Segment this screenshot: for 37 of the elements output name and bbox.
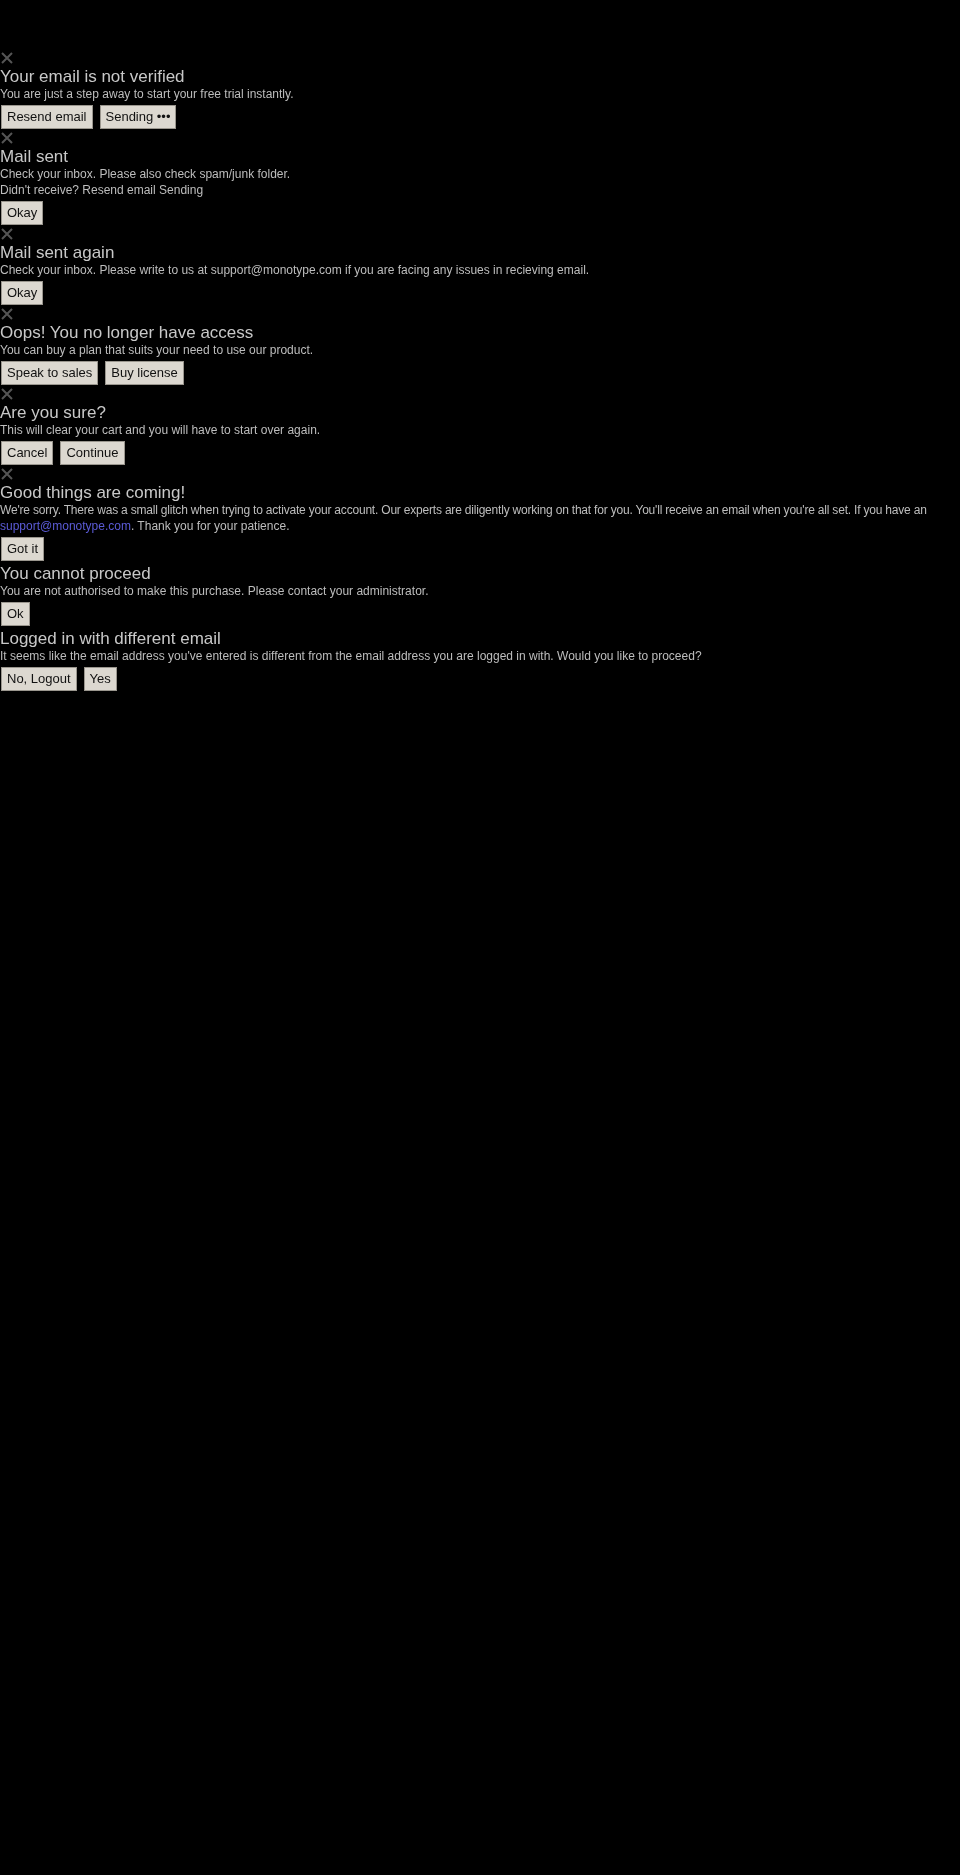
dialog-title: Logged in with different email bbox=[0, 629, 222, 648]
dialog-message: We're sorry. There was a small glitch when trying to activate your account. Our experts are diligently working on that for you. You'll receive an email when you're all set. If you have an bbox=[0, 502, 928, 518]
dialog-button[interactable]: Cancel bbox=[1, 441, 54, 465]
dialog-button[interactable]: Okay bbox=[1, 201, 44, 225]
dialog-title: Are you sure? bbox=[0, 403, 107, 422]
dialog-title: You cannot proceed bbox=[0, 564, 152, 583]
dialog-button[interactable]: Resend email bbox=[1, 105, 93, 129]
dialog-message: You can buy a plan that suits your need to use our product. bbox=[0, 342, 315, 358]
dialog-message: Check your inbox. Please also check spam/junk folder. bbox=[0, 166, 292, 182]
close-icon[interactable] bbox=[1, 308, 13, 320]
dialog-title: Your email is not verified bbox=[0, 67, 186, 86]
dialog-button[interactable]: Yes bbox=[83, 667, 117, 691]
close-icon[interactable] bbox=[1, 468, 13, 480]
dialog-message: It seems like the email address you've entered is different from the email address you are logged in with. Would you like to proceed? bbox=[0, 648, 703, 664]
dialog-note: Didn't receive? Resend email Sending bbox=[0, 182, 205, 198]
dialog-button[interactable]: Okay bbox=[1, 281, 44, 305]
dialog-button[interactable]: Got it bbox=[1, 537, 45, 561]
close-icon[interactable] bbox=[1, 52, 13, 64]
dialog-title: Mail sent bbox=[0, 147, 70, 166]
dialog-message: Check your inbox. Please write to us at support@monotype.com if you are facing any issues in recieving email. bbox=[0, 262, 591, 278]
close-icon[interactable] bbox=[1, 228, 13, 240]
dialog-message: This will clear your cart and you will have to start over again. bbox=[0, 422, 322, 438]
close-icon[interactable] bbox=[1, 388, 13, 400]
dialog-title: Mail sent again bbox=[0, 243, 116, 262]
dialog-message: . Thank you for your patience. bbox=[130, 518, 290, 534]
dialog-button[interactable]: No, Logout bbox=[1, 667, 77, 691]
dialog-button[interactable]: Ok bbox=[1, 602, 30, 626]
close-icon[interactable] bbox=[1, 132, 13, 144]
dialog-title: Good things are coming! bbox=[0, 483, 187, 502]
dialog-button[interactable]: Speak to sales bbox=[1, 361, 99, 385]
dialog-button[interactable]: Continue bbox=[60, 441, 125, 465]
dialog-message: You are just a step away to start your free trial instantly. bbox=[0, 86, 295, 102]
email-link[interactable]: support@monotype.com bbox=[0, 518, 131, 534]
dialog-message: You are not authorised to make this purchase. Please contact your administrator. bbox=[0, 583, 430, 599]
dialog-button[interactable]: Buy license bbox=[105, 361, 184, 385]
dialog-button[interactable]: Sending ••• bbox=[99, 105, 177, 129]
dialog-title: Oops! You no longer have access bbox=[0, 323, 255, 342]
